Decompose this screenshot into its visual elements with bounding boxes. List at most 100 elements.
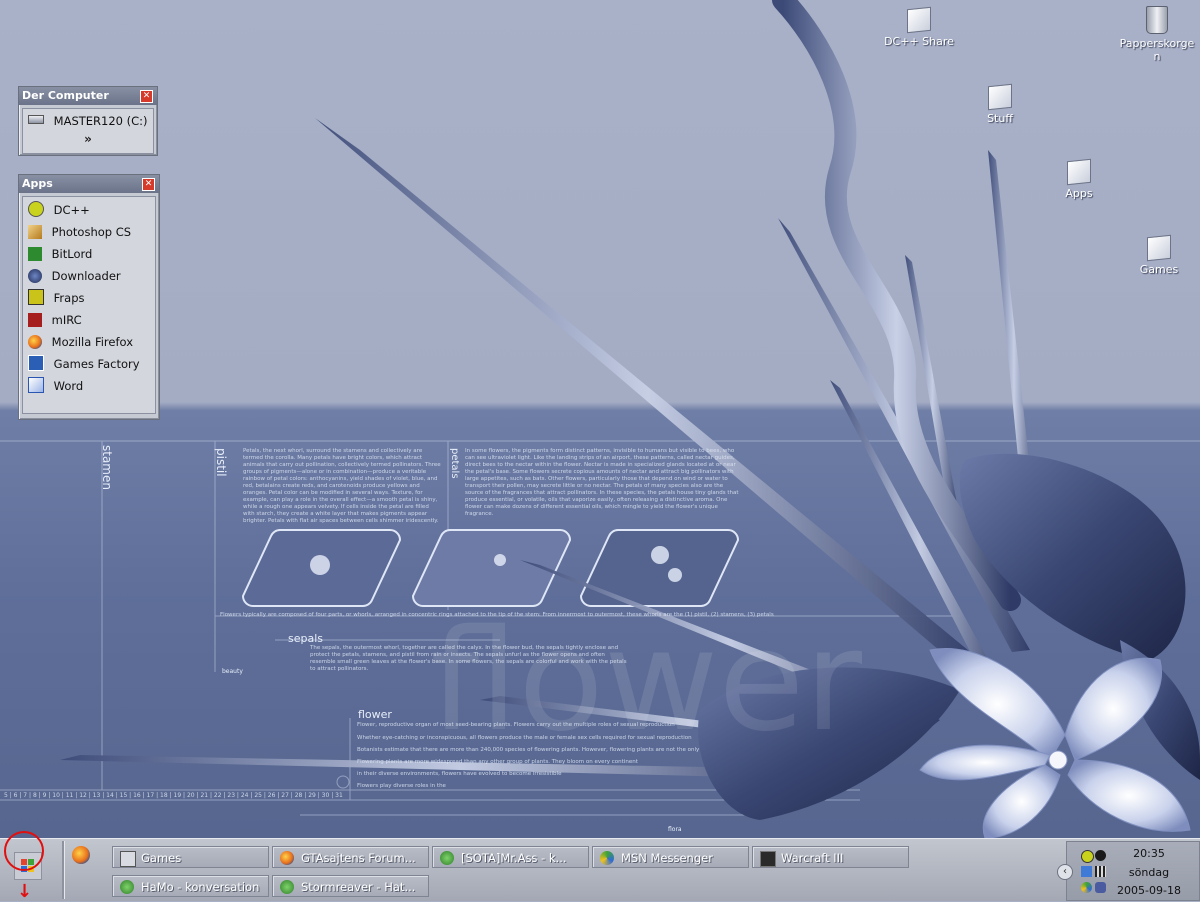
highlight-circle-annotation: [4, 831, 44, 871]
computer-widget-title-text: Der Computer: [22, 89, 109, 102]
flower-line-6: Flowers play diverse roles in the: [357, 783, 446, 789]
desktop-icon-label: Stuff: [987, 112, 1013, 125]
recycle-bin-icon: [1146, 6, 1168, 34]
pigments-paragraph: In some flowers, the pigments form disti…: [465, 448, 739, 517]
desktop-icon-stuff[interactable]: Stuff: [955, 83, 1045, 125]
dcpp-icon: [28, 201, 44, 217]
photoshop-icon: [28, 225, 42, 239]
bitlord-icon: [28, 247, 42, 261]
msn-messenger-icon: [600, 851, 614, 865]
flower-line-5: in their diverse environments, flowers h…: [357, 771, 562, 777]
app-item-firefox[interactable]: Mozilla Firefox: [23, 331, 155, 353]
petals-paragraph: Petals, the next whorl, surround the sta…: [243, 448, 441, 524]
task-label: Stormreaver - Hat...: [301, 880, 416, 894]
mirc-icon: [28, 313, 42, 327]
msn-chat-icon: [120, 880, 134, 894]
desktop-icon-apps[interactable]: Apps: [1034, 158, 1124, 200]
folder-icon: [1147, 234, 1171, 262]
app-item-label: Photoshop CS: [51, 225, 132, 239]
dcpp-tray-icon[interactable]: [1081, 850, 1094, 863]
expand-more-button[interactable]: »: [23, 131, 153, 149]
flora-label: flora: [668, 826, 682, 833]
task-button-hamo-chat[interactable]: HaMo - konversation: [112, 875, 269, 897]
network-tray-icon[interactable]: [1081, 866, 1092, 877]
task-button-stormreaver-chat[interactable]: Stormreaver - Hat...: [272, 875, 429, 897]
grid-tray-icon[interactable]: [1095, 866, 1106, 877]
clock-date[interactable]: 2005-09-18: [1109, 884, 1189, 897]
desktop-icon-label: Apps: [1065, 187, 1093, 200]
folder-icon: [907, 6, 931, 34]
desktop-icon-recycle-bin[interactable]: Papperskorgen: [1112, 6, 1200, 63]
arrow-down-icon: ↓: [17, 881, 33, 902]
apps-widget-title-text: Apps: [22, 177, 53, 190]
firefox-icon[interactable]: [72, 846, 90, 864]
task-label: GTAsajtens Forum...: [301, 851, 416, 865]
desktop-wallpaper: stamen pistil petals Petals, the next wh…: [0, 0, 1200, 838]
apps-widget-title[interactable]: Apps ✕: [19, 175, 159, 193]
app-item-photoshop[interactable]: Photoshop CS: [23, 221, 155, 243]
app-item-label: DC++: [53, 203, 90, 217]
desktop-icon-label: Papperskorgen: [1119, 37, 1195, 63]
close-icon[interactable]: ✕: [140, 90, 153, 103]
computer-widget-body: MASTER120 (C:) »: [22, 108, 154, 154]
drive-label: MASTER120 (C:): [53, 114, 148, 128]
task-label: Games: [141, 851, 182, 865]
msn-tray-icon[interactable]: [1081, 882, 1092, 893]
steam-tray-icon[interactable]: [1095, 850, 1106, 861]
app-item-label: Word: [53, 379, 84, 393]
desktop-icon-games[interactable]: Games: [1114, 234, 1200, 276]
clock-day[interactable]: söndag: [1109, 866, 1189, 879]
computer-widget-title[interactable]: Der Computer ✕: [19, 87, 157, 105]
app-item-downloader[interactable]: Downloader: [23, 265, 155, 287]
pistil-heading: pistil: [214, 448, 228, 477]
desktop-icon-label: DC++ Share: [884, 35, 954, 48]
firefox-icon: [28, 335, 42, 349]
ruler-scale: 5 | 6 | 7 | 8 | 9 | 10 | 11 | 12 | 13 | …: [4, 792, 344, 799]
close-icon[interactable]: ✕: [142, 178, 155, 191]
app-item-label: Downloader: [51, 269, 121, 283]
msn-chat-icon: [280, 880, 294, 894]
desktop-icon-label: Games: [1139, 263, 1179, 276]
app-item-games-factory[interactable]: Games Factory: [23, 353, 155, 375]
app-item-label: Fraps: [53, 291, 85, 305]
games-factory-icon: [28, 355, 44, 371]
shield-tray-icon[interactable]: [1095, 882, 1106, 893]
stamen-heading: stamen: [100, 445, 114, 490]
app-item-word[interactable]: Word: [23, 375, 155, 397]
app-item-dcpp[interactable]: DC++: [23, 199, 155, 221]
task-button-sota-chat[interactable]: [SOTA]Mr.Ass - k...: [432, 846, 589, 868]
folder-icon: [1067, 158, 1091, 186]
flower-heading: flower: [358, 708, 392, 721]
app-item-label: Mozilla Firefox: [51, 335, 133, 349]
flower-watermark: flower: [430, 600, 863, 763]
task-button-gtasajtens[interactable]: GTAsajtens Forum...: [272, 846, 429, 868]
app-item-label: mIRC: [51, 313, 82, 327]
sepals-heading: sepals: [288, 632, 324, 645]
firefox-icon: [280, 851, 294, 865]
app-item-label: BitLord: [51, 247, 93, 261]
quick-launch-separator: [62, 841, 65, 899]
tray-collapse-button[interactable]: ‹: [1057, 864, 1073, 880]
msn-chat-icon: [440, 851, 454, 865]
apps-widget: Apps ✕ DC++ Photoshop CS BitLord Downloa…: [18, 174, 160, 420]
petals-heading: petals: [449, 448, 460, 479]
app-item-bitlord[interactable]: BitLord: [23, 243, 155, 265]
app-item-fraps[interactable]: Fraps: [23, 287, 155, 309]
drive-item-c[interactable]: MASTER120 (C:): [23, 111, 153, 131]
folder-icon: [988, 83, 1012, 111]
task-button-msn-messenger[interactable]: MSN Messenger: [592, 846, 749, 868]
desktop-icon-dcpp-share[interactable]: DC++ Share: [874, 6, 964, 48]
folder-icon: [120, 851, 136, 867]
task-button-warcraft[interactable]: Warcraft III: [752, 846, 909, 868]
task-label: [SOTA]Mr.Ass - k...: [461, 851, 567, 865]
fraps-icon: [28, 289, 44, 305]
warcraft-icon: [760, 851, 776, 867]
word-icon: [28, 377, 44, 393]
task-label: Warcraft III: [781, 851, 844, 865]
task-button-games[interactable]: Games: [112, 846, 269, 868]
task-label: HaMo - konversation: [141, 880, 260, 894]
taskbar: ↓ Games GTAsajtens Forum... [SOTA]Mr.Ass…: [0, 831, 1200, 902]
clock-time[interactable]: 20:35: [1109, 847, 1189, 860]
beauty-label: beauty: [222, 668, 243, 675]
app-item-mirc[interactable]: mIRC: [23, 309, 155, 331]
